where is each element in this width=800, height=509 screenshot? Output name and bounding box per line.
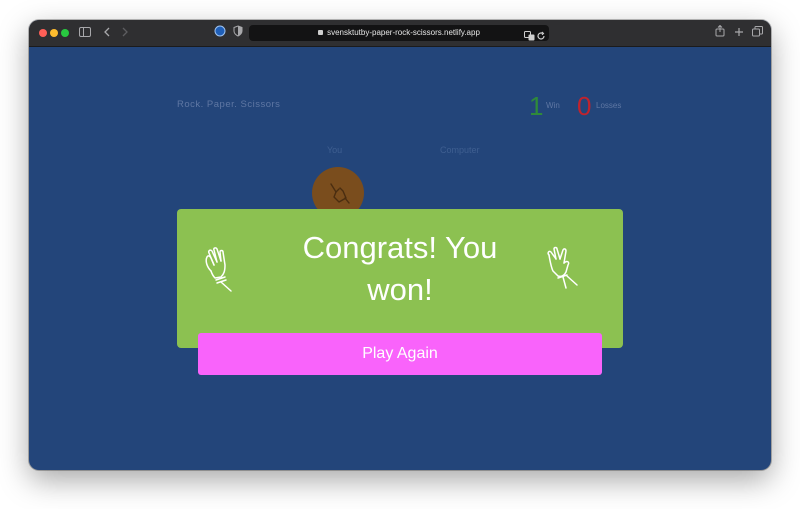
losses-count: 0 [577, 91, 592, 121]
player-label: You [327, 145, 343, 155]
url-text: svensktutby-paper-rock-scissors.netlify.… [327, 28, 480, 37]
address-bar[interactable]: svensktutby-paper-rock-scissors.netlify.… [249, 25, 549, 41]
wins-label: Win [546, 101, 560, 110]
play-again-button[interactable]: Play Again [198, 333, 602, 375]
share-icon[interactable] [712, 24, 728, 41]
plus-icon[interactable] [731, 25, 747, 41]
result-card: Congrats! You won! [177, 209, 623, 348]
maximize-window-button[interactable] [61, 29, 69, 37]
wins-count: 1 [529, 91, 544, 121]
game-title: Rock. Paper. Scissors [177, 99, 281, 110]
sidebar-icon[interactable] [77, 25, 93, 41]
browser-toolbar: svensktutby-paper-rock-scissors.netlify.… [29, 20, 771, 47]
chevron-left-icon[interactable] [99, 25, 115, 41]
game-page: Rock. Paper. Scissors 1 Win 0 Losses You… [29, 47, 771, 470]
losses-label: Losses [596, 101, 622, 110]
close-window-button[interactable] [39, 29, 47, 37]
waving-hand-icon [205, 247, 232, 292]
tabs-overview-icon[interactable] [749, 25, 765, 41]
peace-hand-icon [547, 246, 578, 289]
chevron-right-icon[interactable] [117, 25, 133, 41]
result-message: Congrats! You won! [302, 230, 498, 307]
browser-window: svensktutby-paper-rock-scissors.netlify.… [29, 20, 771, 470]
computer-label: Computer [440, 145, 480, 155]
reload-icon[interactable] [536, 28, 546, 46]
translate-icon[interactable] [524, 28, 535, 46]
privacy-report-icon[interactable] [212, 25, 228, 41]
shield-icon[interactable] [230, 25, 246, 41]
lock-icon [318, 30, 324, 35]
minimize-window-button[interactable] [50, 29, 58, 37]
